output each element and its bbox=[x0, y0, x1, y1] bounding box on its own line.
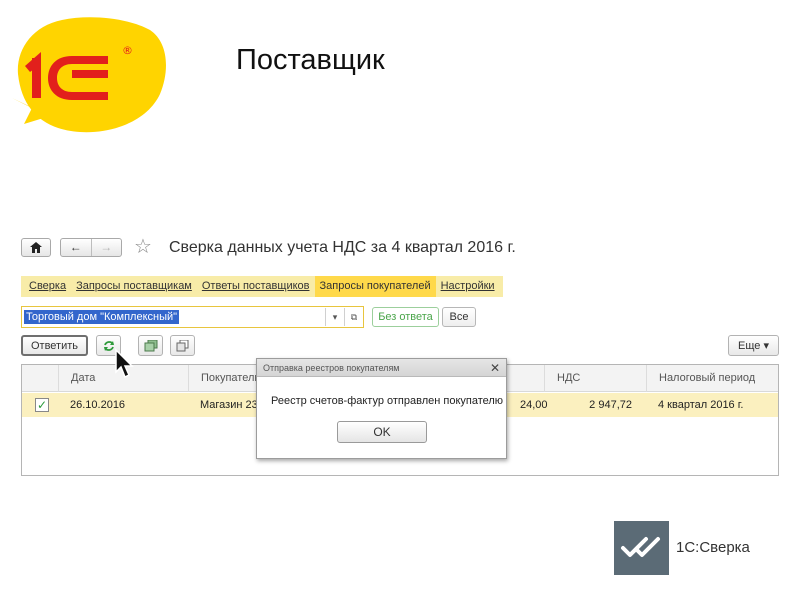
back-button[interactable]: ← bbox=[61, 239, 91, 256]
dialog-title: Отправка реестров покупателям bbox=[263, 363, 400, 373]
all-filter-button[interactable]: Все bbox=[442, 307, 476, 327]
cell-period: 4 квартал 2016 г. bbox=[658, 399, 744, 411]
open-icon[interactable]: ⧉ bbox=[344, 308, 363, 326]
home-button[interactable] bbox=[21, 238, 51, 257]
copy-button[interactable] bbox=[170, 335, 195, 356]
dialog-message: Реестр счетов-фактур отправлен покупател… bbox=[271, 395, 504, 407]
refresh-icon bbox=[103, 340, 114, 351]
sverka-logo bbox=[614, 521, 669, 575]
section-tabs: Сверка Запросы поставщикам Ответы постав… bbox=[21, 276, 503, 297]
product-name: 1С:Сверка bbox=[676, 539, 750, 556]
cell-date: 26.10.2016 bbox=[70, 399, 126, 411]
tab-buyer-requests[interactable]: Запросы покупателей bbox=[314, 276, 436, 297]
row-checkbox[interactable]: ✓ bbox=[35, 398, 49, 412]
tab-supplier-requests[interactable]: Запросы поставщикам bbox=[71, 276, 197, 297]
forward-button[interactable]: → bbox=[92, 239, 122, 256]
counterparty-value: Торговый дом "Комплексный" bbox=[24, 310, 180, 324]
counterparty-field[interactable]: Торговый дом "Комплексный" ▾ ⧉ bbox=[21, 306, 364, 328]
chevron-down-icon[interactable]: ▾ bbox=[325, 308, 344, 326]
send-registry-dialog: Отправка реестров покупателям ✕ Реестр с… bbox=[256, 358, 507, 459]
history-buttons: ← → bbox=[60, 238, 122, 257]
slide-title: Поставщик bbox=[236, 44, 385, 76]
cell-sum: 24,00 bbox=[520, 399, 548, 411]
close-icon[interactable]: ✕ bbox=[490, 359, 500, 377]
ok-button[interactable]: OK bbox=[337, 421, 427, 443]
double-check-icon bbox=[620, 537, 660, 557]
tab-supplier-replies[interactable]: Ответы поставщиков bbox=[197, 276, 315, 297]
send-registry-button[interactable] bbox=[138, 335, 163, 356]
cell-vat: 2 947,72 bbox=[589, 399, 632, 411]
documents-icon bbox=[144, 339, 157, 351]
star-icon[interactable]: ☆ bbox=[134, 236, 152, 258]
registered-mark: ® bbox=[122, 44, 133, 57]
1c-logo: ® bbox=[12, 17, 166, 133]
form-title: Сверка данных учета НДС за 4 квартал 201… bbox=[169, 239, 516, 256]
dialog-title-bar: Отправка реестров покупателям ✕ bbox=[257, 359, 506, 377]
copy-icon bbox=[176, 339, 189, 351]
home-icon bbox=[30, 242, 42, 253]
cell-buyer: Магазин 23 bbox=[200, 399, 258, 411]
tab-sverka[interactable]: Сверка bbox=[24, 276, 71, 297]
column-period[interactable]: Налоговый период bbox=[646, 365, 780, 392]
reply-button[interactable]: Ответить bbox=[21, 335, 88, 356]
more-button[interactable]: Еще ▾ bbox=[728, 335, 779, 356]
no-reply-filter-button[interactable]: Без ответа bbox=[372, 307, 439, 327]
column-vat[interactable]: НДС bbox=[544, 365, 644, 392]
tab-settings[interactable]: Настройки bbox=[436, 276, 500, 297]
mouse-cursor-icon bbox=[115, 348, 134, 379]
